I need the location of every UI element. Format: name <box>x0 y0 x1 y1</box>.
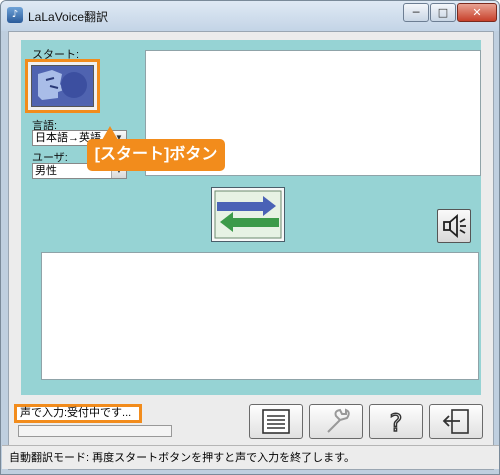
app-window: ♪ LaLaVoice翻訳 ─ □ ✕ スタート: 言語: 日本語→英語 ▼ ユ… <box>0 0 500 475</box>
client-area: スタート: 言語: 日本語→英語 ▼ ユーザ: 男性 ▼ [スタート]ボタン <box>2 31 499 470</box>
speaker-icon <box>443 214 466 238</box>
exit-icon <box>442 409 469 434</box>
start-button-callout: [スタート]ボタン <box>87 139 225 171</box>
face-profile-icon <box>31 65 94 107</box>
status-text: 声で入力:受付中です... <box>14 404 142 423</box>
maximize-button[interactable]: □ <box>430 3 456 22</box>
swap-button[interactable] <box>211 187 285 242</box>
exit-button[interactable] <box>429 404 483 439</box>
app-icon: ♪ <box>7 7 23 23</box>
help-button[interactable]: ? <box>369 404 423 439</box>
svg-text:?: ? <box>390 409 403 437</box>
window-title: LaLaVoice翻訳 <box>28 10 109 24</box>
callout-pointer <box>102 126 118 140</box>
input-progress-bar <box>18 425 172 437</box>
swap-arrows-icon <box>214 190 282 239</box>
settings-button[interactable] <box>309 404 363 439</box>
list-icon <box>262 409 290 434</box>
start-button[interactable] <box>25 59 100 113</box>
wrench-icon <box>327 408 350 433</box>
help-icon: ? <box>389 408 403 437</box>
title-bar: ♪ LaLaVoice翻訳 ─ □ ✕ <box>1 1 499 31</box>
history-button[interactable] <box>249 404 303 439</box>
user-value: 男性 <box>35 165 57 177</box>
status-bar: 自動翻訳モード: 再度スタートボタンを押すと声で入力を終了します。 <box>2 445 499 469</box>
speaker-button[interactable] <box>437 209 471 243</box>
close-button[interactable]: ✕ <box>457 3 497 22</box>
minimize-button[interactable]: ─ <box>403 3 429 22</box>
translation-text-box[interactable] <box>41 252 479 380</box>
